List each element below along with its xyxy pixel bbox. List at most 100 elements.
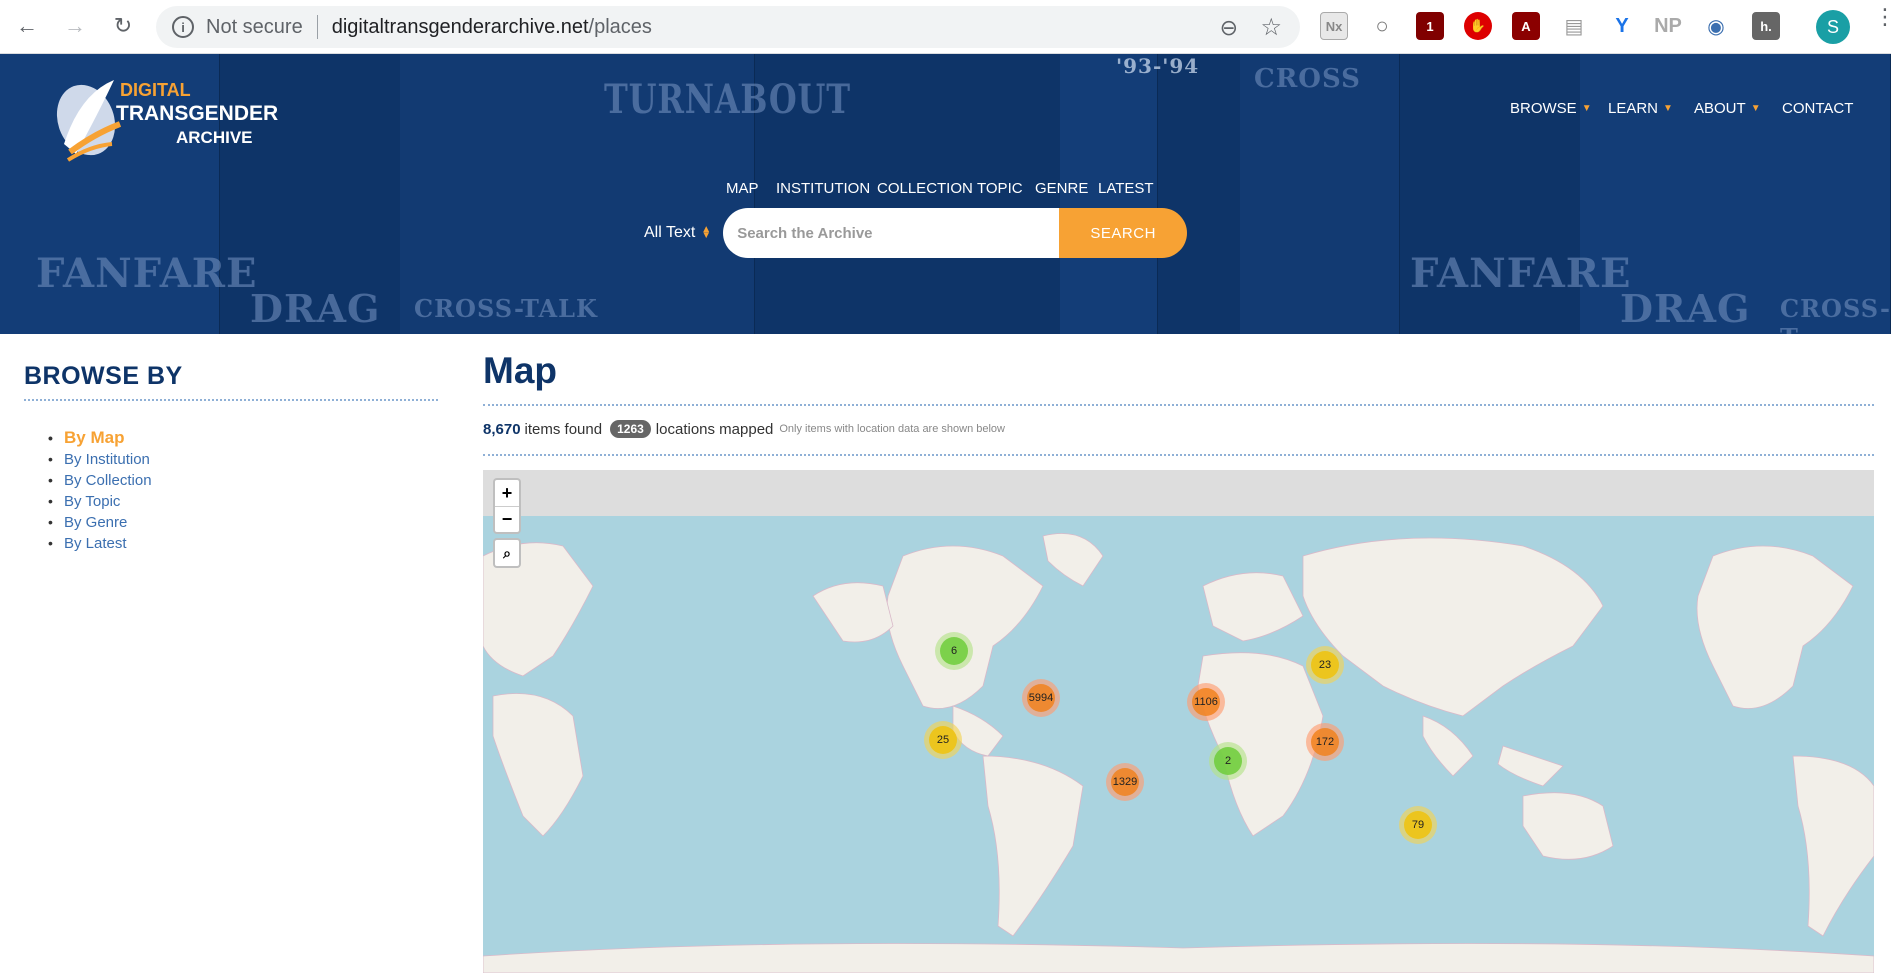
subnav-collection[interactable]: COLLECTION xyxy=(877,180,973,197)
extension-document-icon[interactable]: ▤ xyxy=(1560,12,1588,40)
subnav-genre[interactable]: GENRE xyxy=(1035,180,1088,197)
extension-stop-icon[interactable]: ✋ xyxy=(1464,12,1492,40)
hero-word: TURNABOUT xyxy=(604,76,851,123)
caret-down-icon: ▼ xyxy=(1581,103,1592,114)
marker-cluster[interactable]: 2 xyxy=(1209,742,1247,780)
marker-cluster[interactable]: 79 xyxy=(1399,806,1437,844)
bookmark-star-icon[interactable]: ☆ xyxy=(1260,13,1282,42)
marker-cluster[interactable]: 1329 xyxy=(1106,763,1144,801)
search-scope-label: All Text xyxy=(644,224,696,241)
url-host: digitaltransgenderarchive.net xyxy=(331,15,589,38)
browser-toolbar: ← → ↻ i Not secure digitaltransgenderarc… xyxy=(0,0,1891,54)
forward-arrow-icon[interactable]: → xyxy=(60,11,90,41)
reload-icon[interactable]: ↻ xyxy=(108,11,138,41)
hero-word: DRAG xyxy=(250,286,381,331)
marker-cluster[interactable]: 172 xyxy=(1306,723,1344,761)
subnav-latest[interactable]: LATEST xyxy=(1098,180,1154,197)
not-secure-label: Not secure xyxy=(206,15,303,38)
nav-contact[interactable]: CONTACT xyxy=(1782,100,1853,117)
cluster-count: 79 xyxy=(1404,811,1432,839)
world-map[interactable]: + − ⌕ 6 5994 25 1329 1106 2 23 172 79 xyxy=(483,470,1874,973)
search-input[interactable] xyxy=(723,208,1060,258)
items-count: 8,670 xyxy=(483,420,521,438)
address-bar[interactable]: i Not secure digitaltransgenderarchive.n… xyxy=(156,6,1300,48)
extension-hypothesis-icon[interactable]: h. xyxy=(1752,12,1780,40)
logo-word-archive: ARCHIVE xyxy=(176,128,253,147)
cluster-count: 172 xyxy=(1311,728,1339,756)
cluster-count: 1329 xyxy=(1111,768,1139,796)
sidebar-item-latest[interactable]: By Latest xyxy=(48,533,438,554)
nav-browse[interactable]: BROWSE ▼ xyxy=(1510,100,1592,117)
site-logo[interactable]: DIGITAL TRANSGENDER ARCHIVE xyxy=(50,70,278,180)
results-summary: 8,670 items found 1263 locations mapped … xyxy=(483,420,1874,456)
map-search-control: ⌕ xyxy=(493,538,521,568)
divider xyxy=(316,15,318,39)
marker-cluster[interactable]: 5994 xyxy=(1022,679,1060,717)
marker-cluster[interactable]: 1106 xyxy=(1187,683,1225,721)
extension-pdf-icon[interactable]: A xyxy=(1512,12,1540,40)
extension-ublock-icon[interactable]: 1 xyxy=(1416,12,1444,40)
url-path: /places xyxy=(588,15,652,38)
extension-nx-icon[interactable]: Nx xyxy=(1320,12,1348,40)
info-icon[interactable]: i xyxy=(172,16,194,38)
extension-y-icon[interactable]: Y xyxy=(1608,12,1636,40)
cluster-count: 2 xyxy=(1214,747,1242,775)
extension-circle-icon[interactable]: ○ xyxy=(1368,12,1396,40)
logo-word-digital: DIGITAL xyxy=(120,80,191,100)
site-header: FANFARE DRAG CROSS-TALK TURNABOUT '93-'9… xyxy=(0,54,1891,334)
cluster-count: 23 xyxy=(1311,651,1339,679)
menu-kebab-icon[interactable]: ⋮ xyxy=(1874,6,1891,28)
marker-cluster[interactable]: 25 xyxy=(924,721,962,759)
hero-word: CROSS-TALK xyxy=(414,294,598,323)
page-title: Map xyxy=(483,350,1874,406)
items-label: items found xyxy=(524,420,603,438)
nav-about[interactable]: ABOUT ▼ xyxy=(1694,100,1761,117)
extension-eye-icon[interactable]: ◉ xyxy=(1702,12,1730,40)
sidebar-item-genre[interactable]: By Genre xyxy=(48,512,438,533)
hero-word: '93-'94 xyxy=(1116,54,1200,78)
hero-word: FANFARE xyxy=(1410,250,1632,297)
subnav-institution[interactable]: INSTITUTION xyxy=(776,180,870,197)
search-button[interactable]: SEARCH xyxy=(1059,208,1188,258)
location-note: Only items with location data are shown … xyxy=(779,423,1005,435)
zoom-in-button[interactable]: + xyxy=(495,480,519,506)
marker-cluster[interactable]: 23 xyxy=(1306,646,1344,684)
hero-word: FANFARE xyxy=(36,250,258,297)
sidebar-item-map[interactable]: By Map xyxy=(48,427,438,449)
cluster-count: 1106 xyxy=(1192,688,1220,716)
cluster-count: 25 xyxy=(929,726,957,754)
nav-about-label: ABOUT xyxy=(1694,100,1746,117)
hero-word: CROSS xyxy=(1254,64,1361,94)
hero-word: CROSS-T xyxy=(1780,294,1891,334)
logo-word-transgender: TRANSGENDER xyxy=(116,102,279,125)
search-icon[interactable]: ⌕ xyxy=(495,540,519,566)
main-content: Map 8,670 items found 1263 locations map… xyxy=(483,350,1874,456)
zoom-out-button[interactable]: − xyxy=(495,506,519,532)
cluster-count: 6 xyxy=(940,637,968,665)
sidebar-item-collection[interactable]: By Collection xyxy=(48,470,438,491)
browse-sidebar: BROWSE BY By Map By Institution By Colle… xyxy=(24,362,438,554)
zoom-icon[interactable]: ⊖ xyxy=(1220,15,1238,41)
profile-avatar[interactable]: S xyxy=(1816,10,1850,44)
search-scope-select[interactable]: All Text ▲ ▼ xyxy=(644,224,711,242)
zoom-control: + − xyxy=(493,478,521,534)
browse-list: By Map By Institution By Collection By T… xyxy=(48,427,438,554)
map-tile-gap xyxy=(483,470,1874,516)
extension-np-icon[interactable]: NP xyxy=(1654,12,1682,40)
search-bar: All Text ▲ ▼ SEARCH xyxy=(644,208,1188,258)
nav-browse-label: BROWSE xyxy=(1510,100,1577,117)
back-arrow-icon[interactable]: ← xyxy=(12,11,42,41)
hero-word: DRAG xyxy=(1620,286,1751,331)
nav-learn-label: LEARN xyxy=(1608,100,1659,117)
caret-down-icon: ▼ xyxy=(1663,103,1673,114)
sidebar-item-topic[interactable]: By Topic xyxy=(48,491,438,512)
subnav-map[interactable]: MAP xyxy=(726,180,759,197)
caret-down-icon: ▼ xyxy=(1750,103,1761,114)
marker-cluster[interactable]: 6 xyxy=(935,632,973,670)
locations-badge: 1263 xyxy=(610,420,651,438)
cluster-count: 5994 xyxy=(1027,684,1055,712)
sidebar-item-institution[interactable]: By Institution xyxy=(48,449,438,470)
nav-learn[interactable]: LEARN ▼ xyxy=(1608,100,1673,117)
subnav-topic[interactable]: TOPIC xyxy=(977,180,1023,197)
sort-arrows-icon: ▲ ▼ xyxy=(701,224,712,241)
